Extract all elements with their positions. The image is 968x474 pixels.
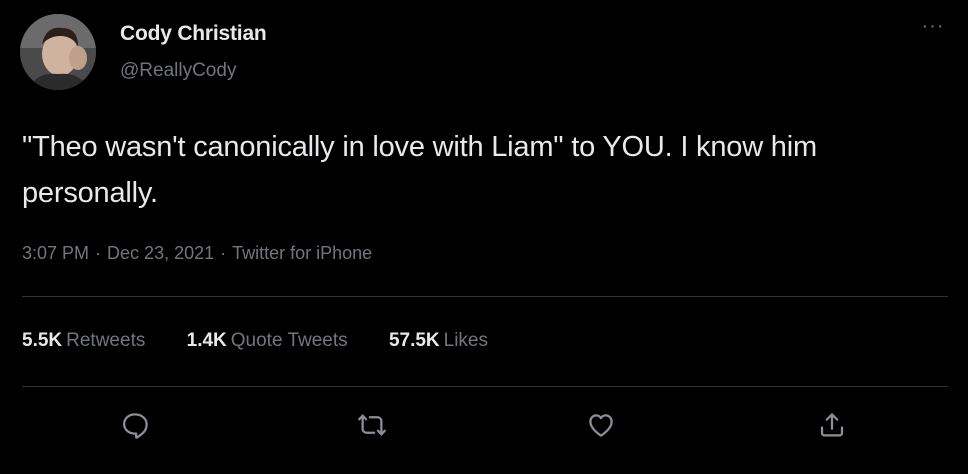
tweet-source[interactable]: Twitter for iPhone bbox=[232, 243, 372, 263]
more-options-button[interactable]: ··· bbox=[918, 16, 948, 40]
likes-stat[interactable]: 57.5K Likes bbox=[389, 330, 488, 352]
meta-separator: · bbox=[95, 243, 102, 263]
like-button[interactable] bbox=[584, 408, 618, 442]
likes-label: Likes bbox=[443, 330, 488, 351]
likes-count: 57.5K bbox=[388, 330, 440, 351]
quote-tweets-stat[interactable]: 1.4K Quote Tweets bbox=[187, 330, 348, 352]
retweet-button[interactable] bbox=[355, 408, 389, 442]
avatar[interactable] bbox=[20, 14, 96, 90]
tweet-date[interactable]: Dec 23, 2021 bbox=[107, 243, 214, 263]
quote-tweets-count: 1.4K bbox=[186, 330, 227, 351]
divider bbox=[22, 296, 948, 297]
meta-separator: · bbox=[220, 243, 227, 263]
author-display-name[interactable]: Cody Christian bbox=[120, 22, 267, 46]
reply-button[interactable] bbox=[118, 408, 152, 442]
retweets-label: Retweets bbox=[66, 330, 146, 351]
tweet-metadata: 3:07 PM · Dec 23, 2021 · Twitter for iPhone bbox=[22, 243, 372, 264]
share-button[interactable] bbox=[815, 408, 849, 442]
retweets-count: 5.5K bbox=[22, 330, 63, 351]
heart-icon bbox=[589, 414, 613, 437]
divider bbox=[22, 386, 948, 387]
avatar-image bbox=[20, 14, 96, 90]
quote-tweets-label: Quote Tweets bbox=[230, 330, 348, 351]
author-handle[interactable]: @ReallyCody bbox=[120, 60, 236, 82]
tweet-text: "Theo wasn't canonically in love with Li… bbox=[22, 131, 817, 209]
tweet-time[interactable]: 3:07 PM bbox=[22, 243, 89, 263]
tweet-stats: 5.5K Retweets 1.4K Quote Tweets 57.5K Likes bbox=[22, 330, 524, 352]
tweet-detail: Cody Christian @ReallyCody ··· "Theo was… bbox=[0, 0, 968, 474]
retweets-stat[interactable]: 5.5K Retweets bbox=[22, 330, 145, 352]
share-icon bbox=[820, 413, 844, 437]
retweet-icon bbox=[358, 414, 386, 436]
reply-icon bbox=[123, 413, 148, 439]
